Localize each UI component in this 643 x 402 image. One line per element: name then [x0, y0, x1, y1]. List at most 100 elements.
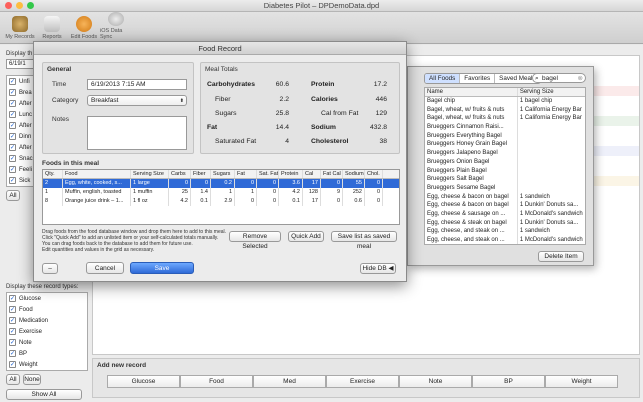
list-item[interactable]: Brueggers Cinnamon Raisi...	[425, 123, 585, 132]
table-cell[interactable]: 0	[191, 179, 211, 188]
column-header[interactable]: Serving Size	[518, 88, 585, 96]
table-cell[interactable]: 0	[365, 179, 383, 188]
table-cell[interactable]: 3.6	[279, 179, 303, 188]
table-cell[interactable]: 1.4	[191, 188, 211, 197]
table-cell[interactable]: 0	[321, 179, 343, 188]
toolbar-reports[interactable]: Reports	[36, 12, 68, 43]
all-types-button[interactable]: All	[6, 374, 20, 385]
save-as-meal-button[interactable]: Save list as saved meal	[331, 231, 397, 250]
food-search-input[interactable]: ⌕ bagel ⊗	[532, 73, 586, 83]
table-cell[interactable]: 0.1	[279, 197, 303, 206]
table-cell[interactable]: 128	[303, 188, 321, 197]
add-bp-button[interactable]: BP	[472, 375, 545, 388]
hide-db-button[interactable]: Hide DB ◀	[360, 263, 396, 274]
close-icon[interactable]	[5, 2, 12, 9]
list-item[interactable]: Egg, cheese & sausage on ... 1 McDonald's…	[425, 209, 585, 219]
table-cell[interactable]: 1	[211, 188, 235, 197]
minimize-icon[interactable]	[16, 2, 23, 9]
column-header[interactable]: Chol.	[365, 170, 383, 178]
table-row[interactable]: 8 Orange juice drink – 1... 1 fl oz 4.2 0.1 2…	[43, 197, 399, 206]
column-header[interactable]: Qty.	[43, 170, 63, 178]
table-cell[interactable]: 0	[365, 197, 383, 206]
list-item[interactable]: Egg, cheese & bacon on bagel 1 Dunkin' Do…	[425, 201, 585, 210]
table-cell[interactable]: Muffin, english, toasted	[63, 188, 131, 197]
add-med-button[interactable]: Med	[253, 375, 326, 388]
table-cell[interactable]: 1 large	[131, 179, 169, 188]
column-header[interactable]: Sat. Fat	[257, 170, 279, 178]
list-item[interactable]: Bagel, wheat, w/ fruits & nuts 1 Californ…	[425, 105, 585, 115]
table-row[interactable]: 1 Muffin, english, toasted 1 muffin 25 1.4 1 1…	[43, 188, 399, 197]
list-item[interactable]: Egg, cheese, and steak on ... 1 McDonald'…	[425, 236, 585, 244]
date-field[interactable]: 6/19/1	[6, 59, 36, 69]
record-type-item[interactable]: ✓ Note	[7, 337, 87, 348]
tab-all-foods[interactable]: All Foods	[425, 74, 461, 83]
list-item[interactable]: Brueggers Honey Grain Bagel	[425, 140, 585, 150]
toolbar-ios-sync[interactable]: iOS Data Sync	[100, 12, 132, 43]
column-header[interactable]: Serving Size	[131, 170, 169, 178]
list-item[interactable]: Brueggers Jalapeno Bagel	[425, 149, 585, 158]
add-exercise-button[interactable]: Exercise	[326, 375, 399, 388]
column-header[interactable]: Cal	[303, 170, 321, 178]
column-header[interactable]: Sugars	[211, 170, 235, 178]
add-glucose-button[interactable]: Glucose	[107, 375, 180, 388]
column-header[interactable]: Fat Cal	[321, 170, 343, 178]
list-item[interactable]: Egg, cheese & bacon on bagel 1 sandwich	[425, 192, 585, 202]
tab-favorites[interactable]: Favorites	[460, 74, 496, 83]
add-note-button[interactable]: Note	[399, 375, 472, 388]
table-cell[interactable]: 2	[43, 179, 63, 188]
none-types-button[interactable]: None	[23, 374, 41, 385]
list-item[interactable]: Bagel, wheat, w/ fruits & nuts 1 Californ…	[425, 114, 585, 124]
table-cell[interactable]: 0.6	[343, 197, 365, 206]
toolbar-my-records[interactable]: My Records	[4, 12, 36, 43]
record-type-item[interactable]: ✓ Medication	[7, 315, 87, 326]
column-header[interactable]: Fiber	[191, 170, 211, 178]
list-item[interactable]: Brueggers Onion Bagel	[425, 157, 585, 167]
time-field[interactable]: 6/19/2013 7:15 AM	[87, 79, 187, 90]
show-all-button[interactable]: Show All	[6, 389, 82, 400]
add-food-button[interactable]: Food	[180, 375, 253, 388]
table-cell[interactable]: 1 fl oz	[131, 197, 169, 206]
table-cell[interactable]: 8	[43, 197, 63, 206]
table-cell[interactable]: 4.2	[279, 188, 303, 197]
table-cell[interactable]: 252	[343, 188, 365, 197]
column-header[interactable]: Protein	[279, 170, 303, 178]
list-item[interactable]: Bagel chip 1 bagel chip	[425, 97, 585, 106]
category-select[interactable]: Breakfast ⬍	[87, 95, 187, 106]
table-cell[interactable]: 0	[235, 179, 257, 188]
table-cell[interactable]: 17	[303, 197, 321, 206]
list-item[interactable]: Egg, cheese & steak on bagel 1 Dunkin' Do…	[425, 218, 585, 228]
table-cell[interactable]: 1	[235, 188, 257, 197]
save-button[interactable]: Save	[130, 262, 194, 274]
table-cell[interactable]: 55	[343, 179, 365, 188]
table-row[interactable]: 2 Egg, white, cooked, s... 1 large 0 0 0.2 0 0 3…	[43, 179, 399, 188]
list-item[interactable]: Egg, cheese, and steak on ... 1 sandwich	[425, 227, 585, 236]
column-header[interactable]: Sodium	[343, 170, 365, 178]
remove-selected-button[interactable]: Remove Selected	[229, 231, 281, 250]
table-cell[interactable]: 0	[257, 188, 279, 197]
table-cell[interactable]: 2.9	[211, 197, 235, 206]
table-cell[interactable]: 0	[321, 197, 343, 206]
record-type-item[interactable]: ✓ Glucose	[7, 293, 87, 304]
table-cell[interactable]: 25	[169, 188, 191, 197]
table-cell[interactable]: 0	[169, 179, 191, 188]
record-type-item[interactable]: ✓ Weight	[7, 359, 87, 370]
record-type-item[interactable]: ✓ Food	[7, 304, 87, 315]
record-type-item[interactable]: ✓ Exercise	[7, 326, 87, 337]
quick-add-button[interactable]: Quick Add	[288, 231, 324, 242]
table-cell[interactable]: 1	[43, 188, 63, 197]
list-item[interactable]: Brueggers Sesame Bagel	[425, 183, 585, 193]
table-cell[interactable]: 0	[257, 197, 279, 206]
zoom-icon[interactable]	[27, 2, 34, 9]
table-cell[interactable]: 0	[235, 197, 257, 206]
column-header[interactable]: Fat	[235, 170, 257, 178]
list-item[interactable]: Brueggers Plain Bagel	[425, 166, 585, 176]
notes-field[interactable]	[87, 116, 187, 150]
table-cell[interactable]: 17	[303, 179, 321, 188]
toolbar-edit-foods[interactable]: Edit Foods	[68, 12, 100, 43]
column-header[interactable]: Food	[63, 170, 131, 178]
column-header[interactable]: Name	[425, 88, 518, 96]
table-cell[interactable]: 9	[321, 188, 343, 197]
table-cell[interactable]: 0.2	[211, 179, 235, 188]
table-cell[interactable]: Orange juice drink – 1...	[63, 197, 131, 206]
all-categories-button[interactable]: All	[6, 190, 20, 201]
